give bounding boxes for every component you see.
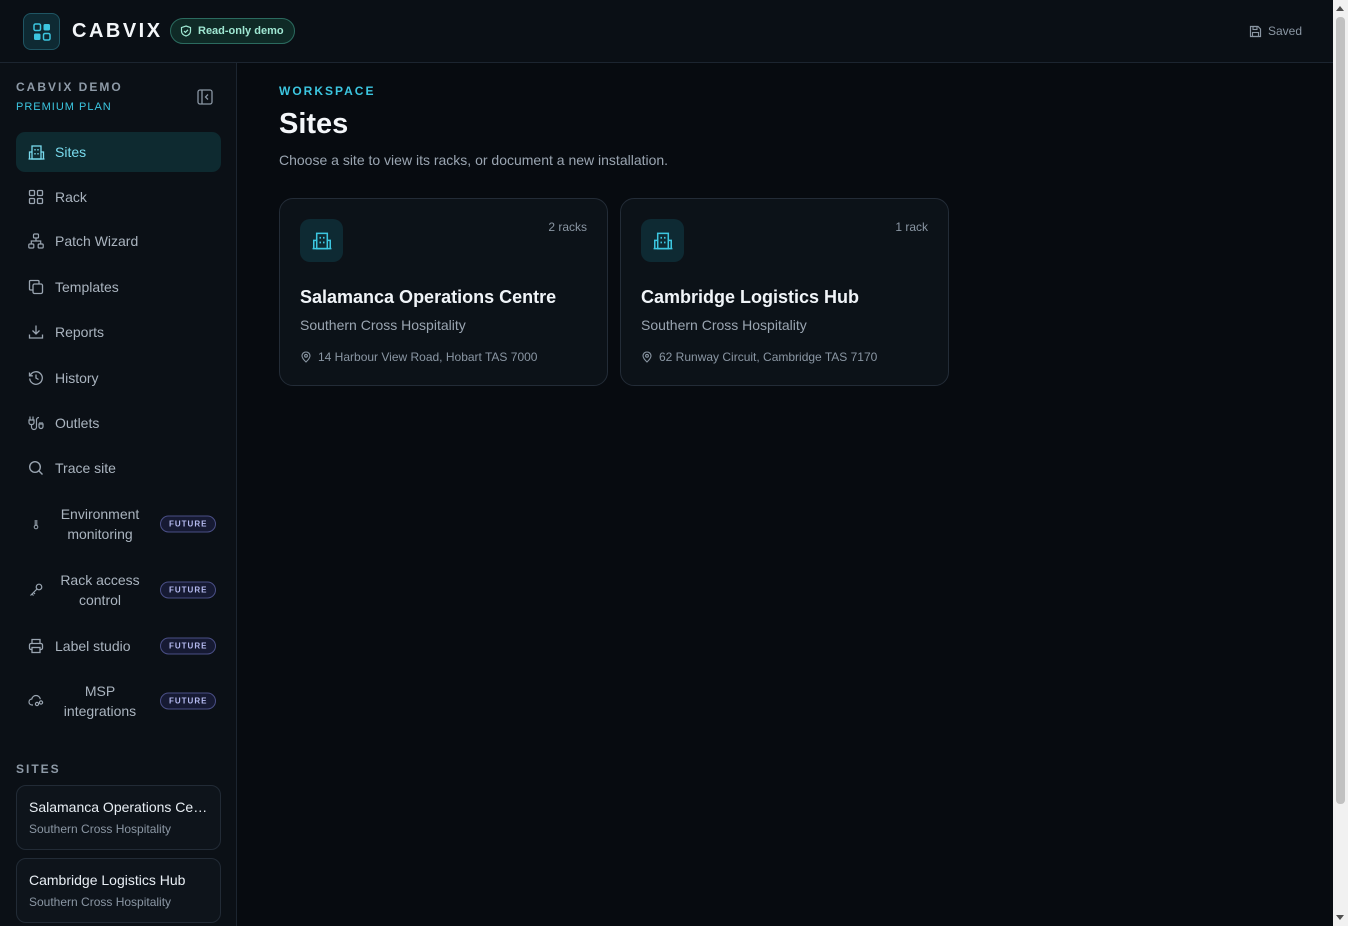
building-icon (641, 219, 684, 262)
sidebar-item-rack[interactable]: Rack (16, 177, 221, 217)
sidebar-item-patch-wizard[interactable]: Patch Wizard (16, 221, 221, 261)
page-subtitle: Choose a site to view its racks, or docu… (279, 152, 669, 168)
map-pin-icon (642, 351, 652, 363)
sidebar-item-reports[interactable]: Reports (16, 312, 221, 352)
scroll-down-arrow[interactable] (1336, 915, 1344, 920)
site-address: 62 Runway Circuit, Cambridge TAS 7170 (641, 350, 877, 364)
site-card[interactable]: 1 rack Cambridge Logistics Hub Southern … (620, 198, 949, 386)
read-only-badge-label: Read-only demo (198, 25, 284, 37)
sidebar-item-sites[interactable]: Sites (16, 132, 221, 172)
sidebar-item-label: Sites (55, 144, 87, 160)
collapse-sidebar-button[interactable] (196, 88, 214, 106)
sidebar: CABVIX DEMO PREMIUM PLAN Sites Rack Patc… (0, 63, 237, 926)
cloud-link-icon (27, 692, 45, 710)
sidebar-item-msp-integrations[interactable]: MSP integrations FUTURE (16, 674, 221, 728)
sidebar-site-org: Southern Cross Hospitality (29, 895, 172, 909)
section-eyebrow: WORKSPACE (279, 84, 376, 98)
sidebar-item-history[interactable]: History (16, 358, 221, 398)
sidebar-item-label: MSP integrations (63, 683, 137, 719)
brand-name: CABVIX (72, 20, 163, 42)
sidebar-item-outlets[interactable]: Outlets (16, 403, 221, 443)
future-badge: FUTURE (160, 581, 217, 599)
scroll-up-arrow[interactable] (1336, 6, 1344, 11)
sidebar-item-label: History (55, 370, 99, 386)
network-icon (27, 232, 45, 250)
sidebar-item-environment-monitoring[interactable]: Environment monitoring FUTURE (16, 497, 221, 551)
sites-section-heading: SITES (16, 762, 61, 776)
save-icon (1249, 25, 1262, 37)
printer-icon (27, 637, 45, 655)
sidebar-site-name: Salamanca Operations Centre (29, 799, 208, 815)
grid-icon (27, 188, 45, 206)
download-icon (27, 323, 45, 341)
page-scrollbar[interactable] (1333, 0, 1348, 926)
workspace-plan: PREMIUM PLAN (16, 101, 112, 113)
copy-icon (27, 278, 45, 296)
sidebar-site-item[interactable]: Cambridge Logistics Hub Southern Cross H… (16, 858, 221, 923)
rack-count: 2 racks (548, 220, 587, 234)
sidebar-item-label-studio[interactable]: Label studio FUTURE (16, 626, 221, 666)
history-icon (27, 369, 45, 387)
sidebar-collapse-icon (197, 89, 213, 105)
site-org: Southern Cross Hospitality (641, 317, 807, 333)
thermometer-icon (27, 515, 45, 533)
top-bar: CABVIX Read-only demo Saved (0, 0, 1333, 63)
read-only-badge: Read-only demo (170, 18, 295, 44)
map-pin-icon (301, 351, 311, 363)
site-name: Salamanca Operations Centre (300, 287, 557, 307)
sidebar-item-label: Trace site (55, 460, 116, 476)
site-name: Cambridge Logistics Hub (641, 287, 860, 307)
workspace-name: CABVIX DEMO (16, 80, 123, 94)
sidebar-item-label: Environment monitoring (60, 506, 140, 542)
building-icon (27, 143, 45, 161)
sidebar-item-label: Label studio (55, 638, 131, 654)
building-icon (300, 219, 343, 262)
logo[interactable] (23, 13, 60, 50)
sidebar-site-item[interactable]: Salamanca Operations Centre Southern Cro… (16, 785, 221, 850)
site-address-label: 62 Runway Circuit, Cambridge TAS 7170 (659, 350, 878, 364)
future-badge: FUTURE (160, 515, 217, 533)
sidebar-item-label: Outlets (55, 415, 100, 431)
sidebar-item-label: Reports (55, 324, 105, 340)
sidebar-item-rack-access-control[interactable]: Rack access control FUTURE (16, 563, 221, 617)
future-badge: FUTURE (160, 692, 217, 710)
sidebar-site-org: Southern Cross Hospitality (29, 822, 172, 836)
rack-count: 1 rack (895, 220, 928, 234)
shield-check-icon (180, 25, 192, 37)
site-org: Southern Cross Hospitality (300, 317, 466, 333)
sidebar-item-trace-site[interactable]: Trace site (16, 448, 221, 488)
site-card[interactable]: 2 racks Salamanca Operations Centre Sout… (279, 198, 608, 386)
page-title: Sites (279, 108, 349, 140)
future-badge: FUTURE (160, 637, 217, 655)
sidebar-site-name: Cambridge Logistics Hub (29, 872, 186, 888)
site-address: 14 Harbour View Road, Hobart TAS 7000 (300, 350, 537, 364)
save-status-label: Saved (1268, 24, 1303, 38)
logo-icon (32, 22, 51, 41)
sidebar-item-label: Rack (55, 189, 87, 205)
scroll-thumb[interactable] (1336, 17, 1345, 804)
site-address-label: 14 Harbour View Road, Hobart TAS 7000 (318, 350, 538, 364)
sidebar-item-label: Rack access control (60, 572, 140, 608)
plug-icon (27, 414, 45, 432)
sidebar-item-label: Templates (55, 279, 119, 295)
save-status: Saved (1249, 24, 1302, 38)
sidebar-item-templates[interactable]: Templates (16, 267, 221, 307)
key-icon (27, 581, 45, 599)
search-icon (27, 459, 45, 477)
sidebar-item-label: Patch Wizard (55, 233, 139, 249)
